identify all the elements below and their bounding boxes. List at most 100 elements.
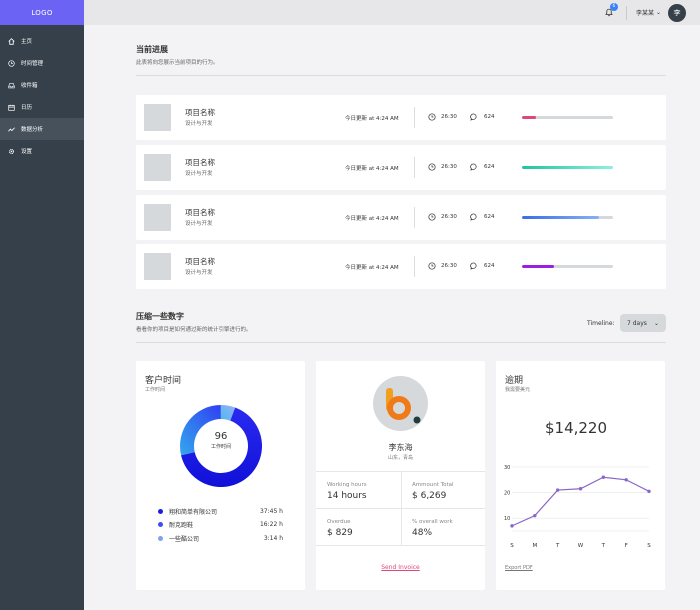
project-thumbnail: [144, 104, 171, 131]
legend-item: 耐克跑鞋 16:22 h: [158, 520, 283, 529]
card-subtitle: 工作时间: [145, 387, 166, 393]
donut-value: 96: [214, 431, 228, 442]
legend-dot: [158, 522, 163, 527]
inbox-icon: [8, 82, 15, 89]
data-point: [578, 487, 583, 491]
stat-label: % overall work: [412, 519, 453, 525]
progress-bar: [522, 265, 613, 268]
time-value: 26:30: [441, 114, 457, 120]
divider: [414, 107, 415, 128]
divider: [414, 157, 415, 178]
updated-time: 今日更新 at 4:24 AM: [345, 265, 399, 271]
section-subtitle: 此表将向您展示当前项目的行为。: [136, 60, 219, 66]
chart-icon: [8, 126, 15, 133]
progress-fill: [522, 265, 554, 268]
data-point: [555, 488, 560, 492]
card-title: 逾期: [505, 376, 524, 386]
project-thumbnail: [144, 253, 171, 280]
legend-value: 3:14 h: [263, 535, 283, 542]
sidebar-nav: 主页 时间管理 收件箱 日历 数据分析 设置: [0, 30, 84, 162]
project-row[interactable]: 项目名称 设计与开发 今日更新 at 4:24 AM 26:30 624: [136, 145, 666, 190]
profile-location: 山东，青岛: [387, 455, 413, 461]
x-tick-label: F: [625, 543, 628, 549]
clock-icon: [428, 113, 436, 121]
clock-icon: [428, 213, 436, 221]
project-category: 设计与开发: [185, 270, 213, 276]
updated-time: 今日更新 at 4:24 AM: [345, 166, 399, 172]
clock-icon: [8, 59, 15, 67]
sidebar-item-analytics[interactable]: 数据分析: [0, 118, 84, 140]
time-value: 26:30: [441, 263, 457, 269]
legend-value: 16:22 h: [259, 521, 283, 528]
data-point: [624, 478, 628, 482]
legend-item: 翔和简单有限公司 37:45 h: [158, 507, 283, 516]
x-tick-label: S: [510, 543, 514, 549]
project-row[interactable]: 项目名称 设计与开发 今日更新 at 4:24 AM 26:30 624: [136, 195, 666, 240]
clock-icon: [428, 163, 436, 171]
data-point: [647, 489, 651, 494]
top-header: 6 李某某 ⌄ 李: [84, 0, 700, 25]
sidebar-item-inbox[interactable]: 收件箱: [0, 74, 84, 96]
project-row[interactable]: 项目名称 设计与开发 今日更新 at 4:24 AM 26:30 624: [136, 244, 666, 289]
updated-time: 今日更新 at 4:24 AM: [345, 116, 399, 122]
send-invoice-link[interactable]: Send Invoice: [316, 564, 485, 571]
progress-bar: [522, 166, 613, 169]
comment-icon: [470, 213, 477, 221]
sidebar-item-label: 日历: [21, 105, 33, 111]
project-row[interactable]: 项目名称 设计与开发 今日更新 at 4:24 AM 26:30 624: [136, 95, 666, 140]
y-tick-label: 30: [504, 465, 510, 471]
project-thumbnail: [144, 154, 171, 181]
line-chart: 30 20 10 S M T W T F S: [504, 465, 651, 549]
export-pdf-link[interactable]: Export PDF: [505, 565, 533, 571]
y-tick-label: 20: [504, 491, 510, 497]
project-name: 项目名称: [185, 208, 215, 217]
progress-fill: [522, 116, 536, 119]
legend-dot: [158, 536, 163, 541]
sidebar-item-calendar[interactable]: 日历: [0, 96, 84, 118]
chevron-down-icon[interactable]: ⌄: [656, 9, 661, 16]
logo[interactable]: LOGO: [0, 0, 84, 25]
time-value: 26:30: [441, 164, 457, 170]
timeline-select[interactable]: 7 days ⌄: [620, 314, 666, 332]
customer-time-card: 客户时间 工作时间 96 工作时间 翔和简单有限公司 37:45 h 耐克跑鞋 …: [136, 361, 305, 590]
stat-value: $ 829: [327, 528, 353, 538]
donut-center: 96 工作时间: [179, 431, 263, 450]
timeline-label: Timeline:: [587, 320, 615, 327]
project-category: 设计与开发: [185, 221, 213, 227]
sidebar-item-home[interactable]: 主页: [0, 30, 84, 52]
updated-time: 今日更新 at 4:24 AM: [345, 216, 399, 222]
comment-count: 624: [484, 214, 495, 220]
progress-bar: [522, 216, 613, 219]
stat-value: $ 6,269: [412, 491, 447, 501]
data-point: [533, 513, 537, 518]
brand-logo-icon: [386, 388, 421, 424]
divider: [414, 207, 415, 228]
home-icon: [8, 37, 15, 45]
avatar[interactable]: 李: [668, 3, 686, 22]
project-category: 设计与开发: [185, 171, 213, 177]
stat-label: Working hours: [327, 482, 367, 488]
sidebar-item-time[interactable]: 时间管理: [0, 52, 84, 74]
user-name[interactable]: 李某某: [636, 8, 654, 17]
data-point: [510, 524, 514, 528]
time-value: 26:30: [441, 214, 457, 220]
comment-count: 624: [484, 263, 495, 269]
legend-name: 耐克跑鞋: [169, 522, 194, 529]
stat-value: 48%: [412, 528, 433, 538]
divider: [136, 342, 666, 343]
x-tick-label: W: [578, 543, 584, 549]
sidebar-item-label: 收件箱: [21, 83, 38, 89]
sidebar-item-label: 数据分析: [21, 127, 44, 133]
sidebar-item-settings[interactable]: 设置: [0, 140, 84, 162]
stat-label: Ammount Total: [412, 482, 454, 488]
profile-name: 李东海: [388, 443, 413, 452]
progress-bar: [522, 116, 613, 119]
x-tick-label: T: [555, 543, 560, 549]
card-subtitle: 我需要美元: [505, 387, 531, 393]
section-title: 当前进展: [136, 45, 168, 54]
sidebar: LOGO 主页 时间管理 收件箱 日历 数据分析 设置: [0, 0, 84, 610]
header-divider: [625, 5, 627, 20]
stat-value: 14 hours: [327, 491, 367, 501]
comment-icon: [470, 163, 477, 171]
notification-button[interactable]: 6: [604, 2, 618, 19]
